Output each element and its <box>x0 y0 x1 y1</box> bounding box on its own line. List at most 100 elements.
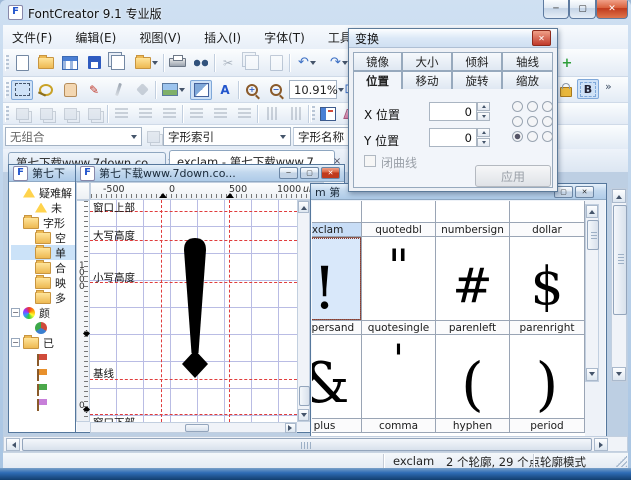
glyph-name-box[interactable]: 字形名称 <box>293 127 353 146</box>
dialog-tab-move[interactable]: 移动 <box>402 71 452 90</box>
glyph-header-exclam[interactable]: exclam <box>312 223 362 237</box>
collapse-icon[interactable]: − <box>11 338 20 347</box>
align-top-button[interactable] <box>185 104 207 124</box>
zoom-level-combobox[interactable]: 10.91% <box>289 80 337 99</box>
grid-cell-sliver[interactable] <box>436 201 510 223</box>
menu-edit[interactable]: 编辑(E) <box>66 25 125 50</box>
x-spin-up[interactable] <box>477 102 490 111</box>
transform-dialog-titlebar[interactable]: 变换 ✕ <box>349 29 557 48</box>
properties-panel-button[interactable] <box>317 104 339 124</box>
dialog-tab-size[interactable]: 大小 <box>402 52 452 71</box>
toolbar-grip[interactable] <box>5 55 9 71</box>
hscroll-thumb[interactable] <box>22 438 592 451</box>
scroll-right-arrow[interactable] <box>594 438 608 451</box>
scroll-down-arrow[interactable] <box>612 367 626 381</box>
scroll-up-arrow[interactable] <box>298 201 309 213</box>
window-close-button[interactable]: ✕ <box>575 186 594 198</box>
new-font-button[interactable] <box>11 53 33 73</box>
toolbar-grip[interactable] <box>5 106 9 122</box>
send-backward-button[interactable] <box>59 104 81 124</box>
toggle-contour-button[interactable] <box>190 80 212 100</box>
canvas-hscrollbar[interactable] <box>90 422 297 433</box>
window-maximize-button[interactable]: ▢ <box>300 167 319 179</box>
glyph-header-parenright[interactable]: parenright <box>510 321 585 335</box>
select-tool-button[interactable] <box>11 80 33 100</box>
glyph-canvas[interactable]: 窗口上部 大写高度 小写高度 基线 窗口下部 <box>90 200 297 422</box>
grid-cell-sliver[interactable] <box>312 201 362 223</box>
lock-guides-button[interactable] <box>555 79 577 99</box>
dialog-tab-skew[interactable]: 倾斜 <box>452 52 502 71</box>
lasso-tool-button[interactable] <box>35 80 57 100</box>
glyph-header-comma[interactable]: comma <box>362 419 436 433</box>
send-to-back-button[interactable] <box>83 104 105 124</box>
menu-insert[interactable]: 插入(I) <box>195 25 250 50</box>
scroll-down-arrow[interactable] <box>298 409 309 421</box>
glyph-cell-quotedbl[interactable]: " <box>362 237 436 321</box>
draw-tool-button[interactable]: ✎ <box>83 80 105 100</box>
hscroll-thumb[interactable] <box>185 424 209 432</box>
canvas-vscrollbar[interactable] <box>297 200 310 422</box>
glyph-cell-dollar[interactable]: $ <box>510 237 585 321</box>
scroll-down-arrow[interactable] <box>586 368 598 381</box>
workspace-vscrollbar[interactable] <box>611 188 627 382</box>
open-font-button[interactable] <box>35 53 57 73</box>
x-spin-down[interactable] <box>477 112 490 121</box>
vscroll-thumb[interactable] <box>613 205 627 315</box>
align-middle-button[interactable] <box>209 104 231 124</box>
exclam-glyph-outline[interactable] <box>90 200 297 422</box>
scroll-up-arrow[interactable] <box>586 205 598 218</box>
grid-cell-sliver[interactable] <box>510 201 585 223</box>
scroll-up-arrow[interactable] <box>612 189 626 203</box>
dialog-tab-mirror[interactable]: 镜像 <box>353 52 402 71</box>
glyph-header-parenleft[interactable]: parenleft <box>436 321 510 335</box>
glyph-header-quotedbl[interactable]: quotedbl <box>362 223 436 237</box>
anchor-top-center-radio[interactable] <box>527 101 538 112</box>
copy-glyphs-button[interactable] <box>107 53 129 73</box>
composite-apply-button[interactable] <box>144 127 162 146</box>
zoom-in-button[interactable]: + <box>241 80 263 100</box>
maximize-button[interactable]: ▢ <box>569 0 596 19</box>
x-position-input[interactable]: 0 <box>429 102 477 121</box>
font-overview-button[interactable] <box>59 53 81 73</box>
glyph-index-combobox[interactable]: 字形索引 <box>163 127 291 146</box>
grid-vscrollbar[interactable] <box>585 204 599 382</box>
scroll-right-arrow[interactable] <box>285 423 296 433</box>
minimize-button[interactable]: ─ <box>543 0 569 19</box>
paste-button[interactable] <box>265 53 287 73</box>
resize-grip[interactable] <box>615 456 627 467</box>
grid-cell-sliver[interactable] <box>362 201 436 223</box>
glyph-header-hyphen[interactable]: hyphen <box>436 419 510 433</box>
vscroll-thumb[interactable] <box>299 386 310 406</box>
undo-button[interactable]: ↶ <box>292 53 322 73</box>
glyph-header-period[interactable]: period <box>510 419 585 433</box>
glyph-cell-parenleft[interactable]: ( <box>436 335 510 419</box>
window-minimize-button[interactable]: ─ <box>279 167 298 179</box>
anchor-middle-right-radio[interactable] <box>542 116 553 127</box>
anchor-middle-center-radio[interactable] <box>527 116 538 127</box>
background-image-button[interactable] <box>158 80 188 100</box>
y-spin-up[interactable] <box>477 128 490 137</box>
glyph-cell-numbersign[interactable]: # <box>436 237 510 321</box>
anchor-bottom-right-radio[interactable] <box>542 131 553 142</box>
save-button[interactable] <box>83 53 105 73</box>
vscroll-thumb[interactable] <box>587 220 599 250</box>
align-center-button[interactable] <box>134 104 156 124</box>
find-button[interactable] <box>190 53 212 73</box>
glyph-window-titlebar[interactable]: F 第七下载www.7down.co... ─ ▢ ✕ <box>76 165 344 182</box>
glyph-left-marker[interactable] <box>159 189 167 198</box>
glyph-cell-ampersand[interactable]: & <box>312 335 362 419</box>
y-position-input[interactable]: 0 <box>429 128 477 147</box>
y-spin-down[interactable] <box>477 138 490 147</box>
fill-tool-button[interactable] <box>131 80 153 100</box>
apply-button[interactable]: 应用 <box>475 165 551 187</box>
anchor-top-left-radio[interactable] <box>512 101 523 112</box>
dialog-close-button[interactable]: ✕ <box>532 30 551 46</box>
window-close-button[interactable]: ✕ <box>321 167 340 179</box>
bring-to-front-button[interactable] <box>11 104 33 124</box>
knife-tool-button[interactable] <box>107 80 129 100</box>
pan-tool-button[interactable] <box>59 80 81 100</box>
glyph-header-ampersand[interactable]: ampersand <box>312 321 362 335</box>
align-bottom-button[interactable] <box>233 104 255 124</box>
dialog-tab-scale[interactable]: 缩放 <box>502 71 553 90</box>
export-font-button[interactable] <box>131 53 161 73</box>
